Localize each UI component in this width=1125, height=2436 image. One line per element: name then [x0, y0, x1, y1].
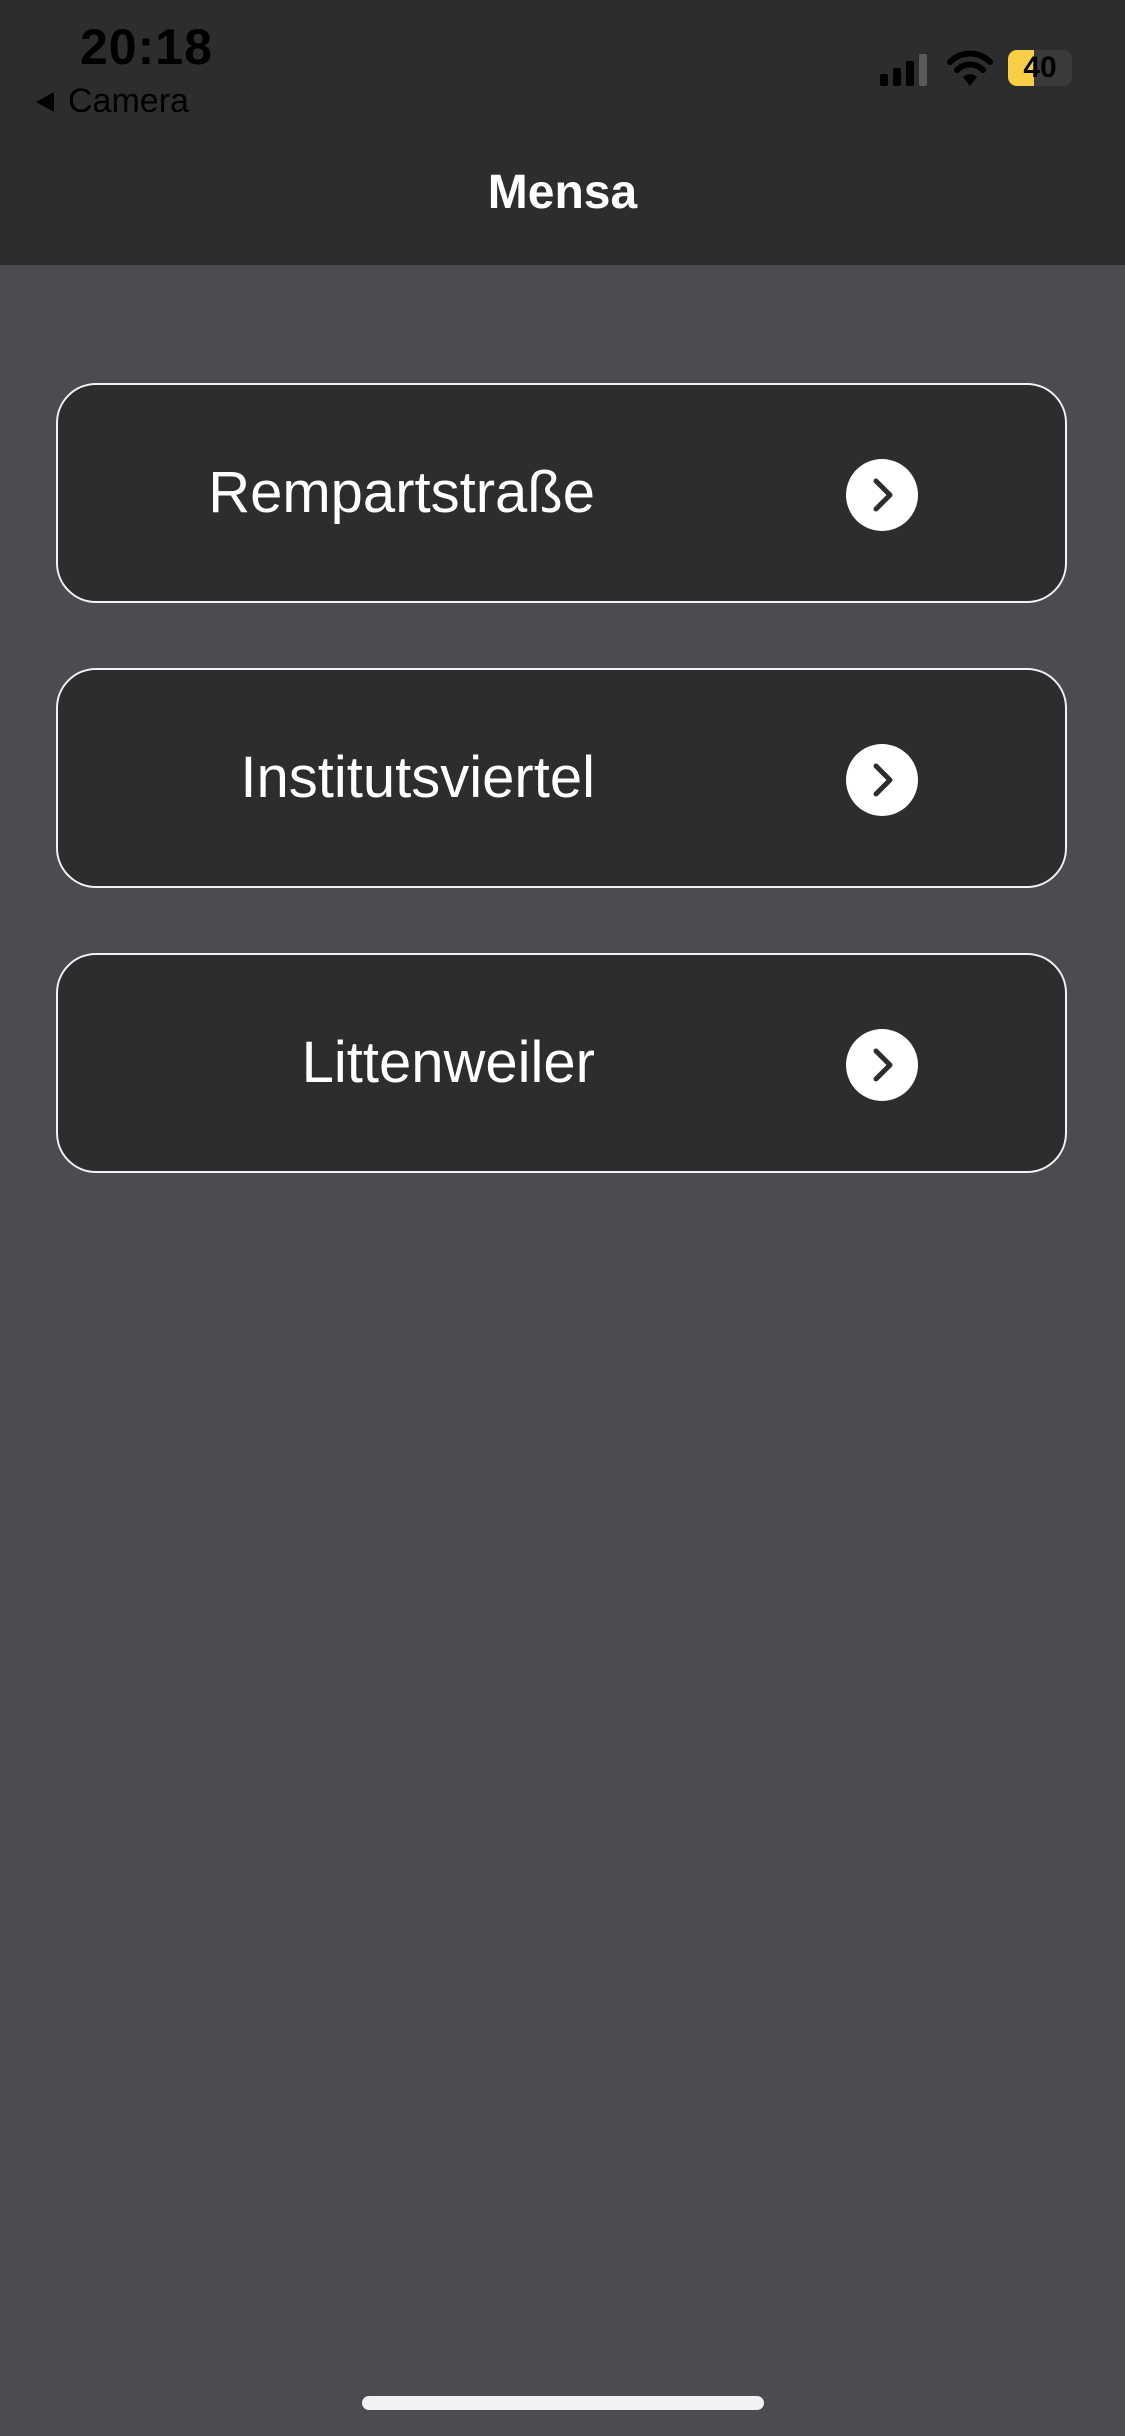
top-bar: 20:18 Camera 40 Mensa — [0, 0, 1125, 265]
battery-percent: 40 — [1023, 51, 1057, 84]
back-arrow-icon — [36, 91, 54, 112]
home-indicator[interactable] — [362, 2396, 764, 2410]
location-label: Institutsviertel — [240, 745, 595, 810]
location-label: Littenweiler — [301, 1030, 595, 1095]
location-card-rempartstrasse[interactable]: Rempartstraße — [56, 383, 1067, 603]
wifi-icon — [947, 50, 993, 86]
location-label: Rempartstraße — [208, 460, 595, 525]
location-card-littenweiler[interactable]: Littenweiler — [56, 953, 1067, 1173]
chevron-right-icon[interactable] — [846, 744, 918, 816]
back-to-camera-link[interactable]: Camera — [36, 82, 189, 121]
chevron-right-icon[interactable] — [846, 1029, 918, 1101]
battery-icon: 40 — [1008, 50, 1072, 86]
location-card-institutsviertel[interactable]: Institutsviertel — [56, 668, 1067, 888]
status-time: 20:18 — [80, 19, 213, 75]
cellular-signal-icon — [880, 52, 927, 86]
back-link-label: Camera — [68, 82, 189, 120]
page-title: Mensa — [487, 166, 638, 219]
chevron-right-icon[interactable] — [846, 459, 918, 531]
